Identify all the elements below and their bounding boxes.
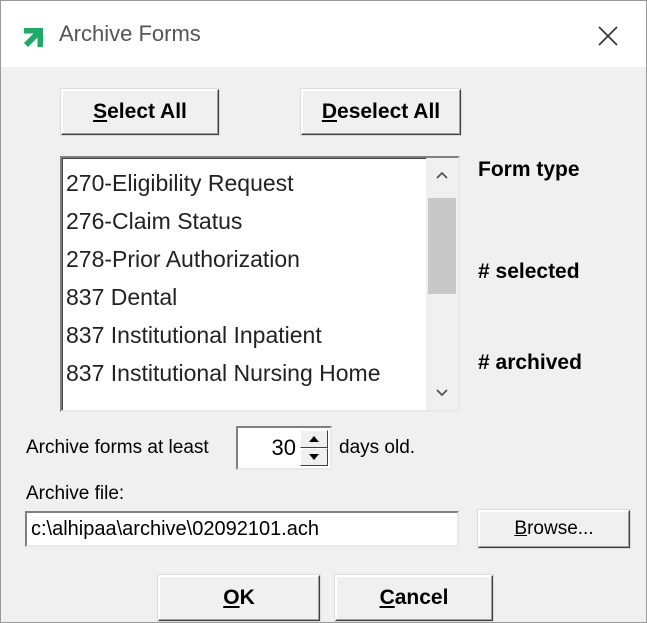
ok-label: K [239, 586, 255, 609]
list-scrollbar[interactable] [426, 158, 458, 410]
form-type-label: Form type [478, 158, 580, 181]
deselect-all-button[interactable]: Deselect All [301, 89, 461, 135]
list-item[interactable]: 837 Institutional Nursing Home [66, 354, 426, 392]
scroll-down-button[interactable] [426, 376, 458, 410]
cancel-button[interactable]: Cancel [335, 575, 493, 621]
scroll-thumb[interactable] [428, 198, 456, 294]
deselect-all-mnemonic: D [321, 100, 338, 123]
ok-mnemonic: O [223, 586, 240, 609]
cancel-mnemonic: C [379, 586, 395, 609]
form-type-list: 270-Eligibility Request 276-Claim Status… [66, 164, 426, 392]
list-item[interactable]: 270-Eligibility Request [66, 164, 426, 202]
archive-file-input[interactable]: c:\alhipaa\archive\02092101.ach [25, 511, 459, 547]
archive-file-label: Archive file: [26, 483, 125, 504]
form-type-listbox[interactable]: 270-Eligibility Request 276-Claim Status… [60, 156, 460, 412]
title-bar: Archive Forms [1, 1, 646, 67]
chevron-up-icon [436, 171, 448, 179]
select-all-label: elect All [107, 100, 187, 123]
archive-age-suffix: days old. [339, 437, 416, 458]
triangle-up-icon [309, 436, 319, 442]
close-button[interactable] [591, 19, 625, 53]
archive-forms-dialog: Archive Forms Select All Deselect All 27… [0, 0, 647, 623]
archive-age-prefix: Archive forms at least [26, 437, 209, 458]
archived-count-label: # archived [478, 351, 582, 374]
browse-mnemonic: B [514, 518, 528, 539]
deselect-all-label: eselect All [337, 100, 441, 123]
stepper-up-button[interactable] [300, 430, 328, 448]
close-icon [598, 26, 618, 46]
list-item[interactable]: 278-Prior Authorization [66, 240, 426, 278]
list-item[interactable]: 276-Claim Status [66, 202, 426, 240]
days-old-stepper[interactable]: 30 [236, 426, 332, 470]
browse-label: rowse... [527, 518, 594, 539]
browse-button[interactable]: Browse... [478, 510, 630, 548]
days-old-value[interactable]: 30 [244, 428, 296, 468]
stepper-down-button[interactable] [300, 448, 328, 466]
select-all-mnemonic: S [93, 100, 108, 123]
stepper-buttons [300, 430, 328, 466]
chevron-down-icon [436, 389, 448, 397]
cancel-label: ancel [394, 586, 449, 609]
list-item[interactable]: 837 Dental [66, 278, 426, 316]
selected-count-label: # selected [478, 260, 580, 283]
scroll-up-button[interactable] [426, 158, 458, 192]
list-item[interactable]: 837 Institutional Inpatient [66, 316, 426, 354]
window-title: Archive Forms [59, 21, 201, 46]
triangle-down-icon [309, 454, 319, 460]
app-arrow-icon [24, 28, 43, 47]
ok-button[interactable]: OK [158, 575, 320, 621]
select-all-button[interactable]: Select All [61, 89, 219, 135]
